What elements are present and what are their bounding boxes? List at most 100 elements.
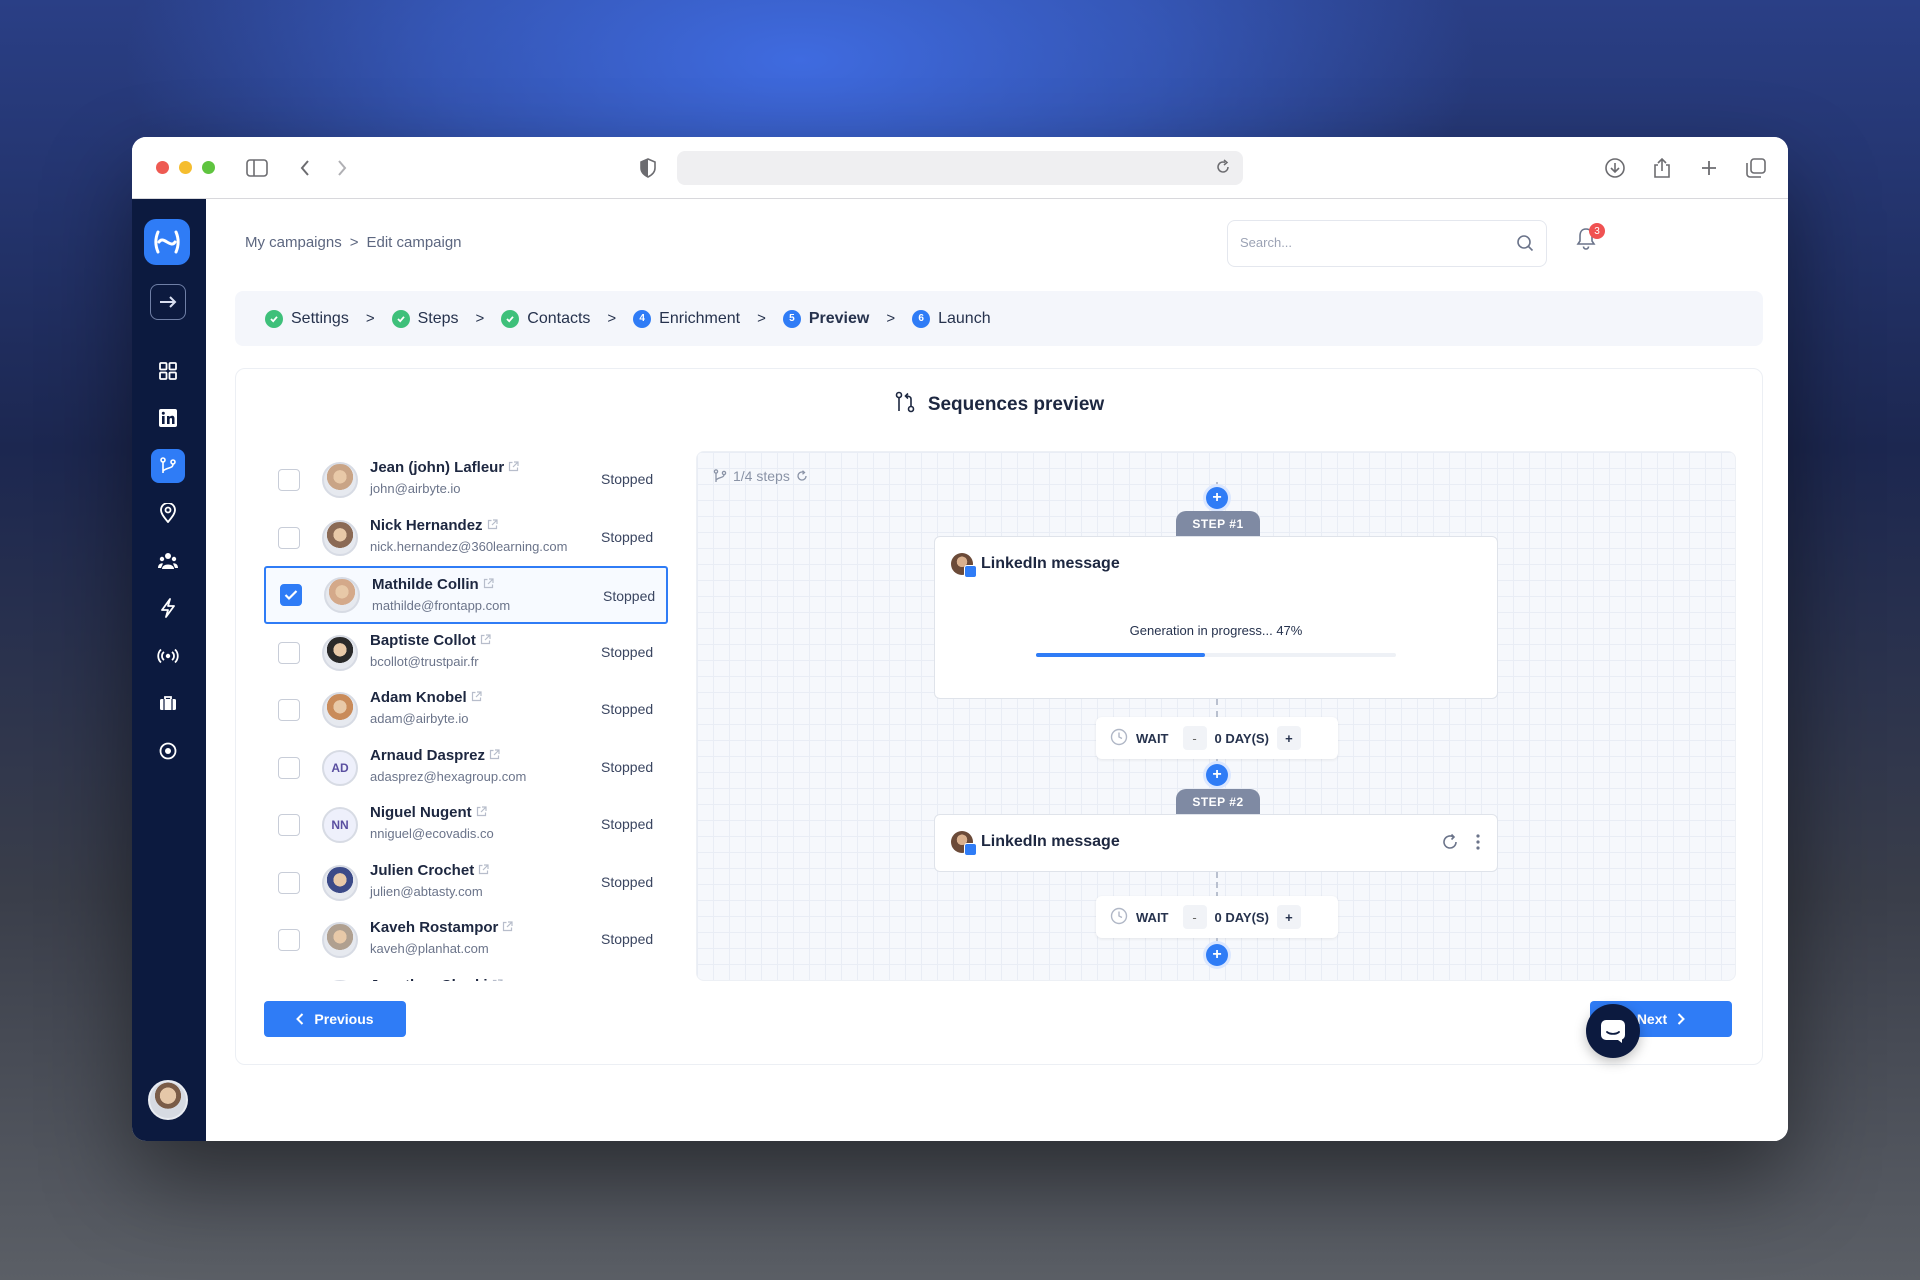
increase-days-button[interactable]: + bbox=[1276, 905, 1301, 929]
contact-name-link[interactable]: Julien Crochet bbox=[370, 862, 489, 879]
contact-email: john@airbyte.io bbox=[370, 481, 461, 496]
contact-row[interactable]: Jonathan Cherki bbox=[264, 969, 668, 981]
minimize-window-button[interactable] bbox=[179, 161, 192, 174]
external-link-icon[interactable] bbox=[502, 921, 513, 935]
sidebar-toggle-icon[interactable] bbox=[244, 155, 270, 181]
contact-row[interactable]: AD Arnaud Dasprez adasprez@hexagroup.com St… bbox=[264, 739, 668, 797]
stepper-step[interactable]: Settings bbox=[265, 309, 349, 328]
contact-avatar bbox=[322, 922, 358, 958]
contact-name: Baptiste Collot bbox=[370, 631, 476, 649]
user-avatar[interactable] bbox=[148, 1080, 188, 1120]
contact-checkbox[interactable] bbox=[278, 871, 300, 894]
contact-row[interactable]: NN Niguel Nugent nniguel@ecovadis.co Stoppe… bbox=[264, 796, 668, 854]
breadcrumb-root-link[interactable]: My campaigns bbox=[245, 234, 342, 251]
download-icon[interactable] bbox=[1602, 155, 1628, 181]
contact-name-link[interactable]: Jonathan Cherki bbox=[370, 977, 503, 981]
contact-row[interactable]: Adam Knobel adam@airbyte.io Stopped bbox=[264, 681, 668, 739]
shield-icon[interactable] bbox=[635, 155, 661, 181]
stepper-step[interactable]: Steps bbox=[391, 309, 459, 328]
nav-campaigns-icon[interactable] bbox=[151, 449, 185, 483]
nav-team-icon[interactable] bbox=[151, 544, 185, 578]
contact-name-link[interactable]: Baptiste Collot bbox=[370, 632, 491, 649]
contact-checkbox[interactable] bbox=[278, 641, 300, 664]
contact-checkbox[interactable] bbox=[278, 699, 300, 721]
search-input[interactable]: Search... bbox=[1227, 220, 1547, 267]
contact-name-link[interactable]: Jean (john) Lafleur bbox=[370, 459, 519, 476]
close-window-button[interactable] bbox=[156, 161, 169, 174]
new-tab-icon[interactable] bbox=[1696, 155, 1722, 181]
nav-broadcast-icon[interactable] bbox=[151, 639, 185, 673]
linkedin-avatar-icon bbox=[951, 831, 977, 856]
decrease-days-button[interactable]: - bbox=[1182, 905, 1207, 929]
notification-badge: 3 bbox=[1589, 223, 1605, 239]
forward-icon[interactable] bbox=[329, 155, 355, 181]
add-step-button-bottom[interactable]: + bbox=[1206, 944, 1228, 966]
external-link-icon[interactable] bbox=[487, 518, 498, 533]
app-logo[interactable] bbox=[144, 219, 190, 265]
decrease-days-button[interactable]: - bbox=[1182, 726, 1207, 750]
external-link-icon[interactable] bbox=[508, 461, 519, 475]
add-step-button-top[interactable]: + bbox=[1206, 487, 1228, 509]
contact-avatar bbox=[322, 864, 358, 901]
contact-email: julien@abtasty.com bbox=[370, 883, 483, 899]
contact-row[interactable]: Julien Crochet julien@abtasty.com Stopped bbox=[264, 854, 668, 912]
nav-linkedin-icon[interactable] bbox=[151, 401, 185, 435]
share-icon[interactable] bbox=[1649, 155, 1675, 181]
nav-location-icon[interactable] bbox=[151, 496, 185, 530]
step-2-card[interactable]: LinkedIn message bbox=[934, 814, 1498, 872]
maximize-window-button[interactable] bbox=[202, 161, 215, 174]
contact-row[interactable]: Baptiste Collot bcollot@trustpair.fr Stopp… bbox=[264, 624, 668, 682]
contact-row[interactable]: Mathilde Collin mathilde@frontapp.com Stop… bbox=[264, 566, 668, 624]
contact-status: Stopped bbox=[601, 471, 654, 487]
previous-button[interactable]: Previous bbox=[264, 1001, 406, 1037]
contact-checkbox[interactable] bbox=[280, 584, 302, 606]
more-options-icon[interactable] bbox=[1475, 833, 1481, 856]
step-1-card[interactable]: LinkedIn message Generation in progress.… bbox=[934, 536, 1498, 699]
back-icon[interactable] bbox=[292, 155, 318, 181]
external-link-icon[interactable] bbox=[483, 578, 494, 592]
external-link-icon[interactable] bbox=[492, 978, 503, 981]
stepper-step[interactable]: 5 Preview bbox=[782, 309, 869, 328]
external-link-icon[interactable] bbox=[478, 863, 489, 878]
address-bar[interactable] bbox=[677, 151, 1243, 185]
tabs-overview-icon[interactable] bbox=[1743, 155, 1769, 181]
regenerate-icon[interactable] bbox=[1441, 833, 1459, 856]
external-link-icon[interactable] bbox=[471, 691, 482, 705]
step-2-header: LinkedIn message bbox=[951, 831, 1120, 856]
expand-sidebar-button[interactable] bbox=[150, 284, 186, 320]
chat-support-button[interactable] bbox=[1586, 1004, 1640, 1058]
contact-row[interactable]: Jean (john) Lafleur john@airbyte.io Stoppe… bbox=[264, 451, 668, 509]
external-link-icon[interactable] bbox=[476, 806, 487, 820]
reload-icon[interactable] bbox=[1215, 159, 1231, 180]
stepper-separator: > bbox=[607, 310, 617, 327]
external-link-icon[interactable] bbox=[489, 748, 500, 763]
refresh-steps-icon[interactable] bbox=[796, 470, 808, 482]
nav-target-icon[interactable] bbox=[151, 734, 185, 768]
contact-checkbox[interactable] bbox=[278, 756, 300, 779]
nav-briefcase-icon[interactable] bbox=[151, 686, 185, 720]
nav-automation-icon[interactable] bbox=[151, 591, 185, 625]
search-icon[interactable] bbox=[1516, 234, 1534, 257]
external-link-icon[interactable] bbox=[480, 633, 491, 648]
contact-row[interactable]: Nick Hernandez nick.hernandez@360learning… bbox=[264, 509, 668, 567]
add-step-button-middle[interactable]: + bbox=[1206, 764, 1228, 786]
contact-name-link[interactable]: Kaveh Rostampor bbox=[370, 919, 513, 936]
contact-checkbox[interactable] bbox=[278, 814, 300, 836]
contact-name-link[interactable]: Adam Knobel bbox=[370, 689, 482, 706]
step-number-badge: 5 bbox=[782, 309, 801, 328]
contact-avatar bbox=[324, 577, 360, 613]
nav-dashboard-icon[interactable] bbox=[151, 354, 185, 388]
contact-name-link[interactable]: Mathilde Collin bbox=[372, 576, 494, 593]
stepper-step[interactable]: Contacts bbox=[501, 309, 590, 328]
contact-name-link[interactable]: Arnaud Dasprez bbox=[370, 747, 500, 764]
contact-checkbox[interactable] bbox=[278, 929, 300, 951]
contact-name-link[interactable]: Niguel Nugent bbox=[370, 804, 487, 821]
contact-row[interactable]: Kaveh Rostampor kaveh@planhat.com Stopped bbox=[264, 911, 668, 969]
contact-name-link[interactable]: Nick Hernandez bbox=[370, 517, 498, 534]
stepper-step[interactable]: 4 Enrichment bbox=[633, 309, 740, 328]
contact-checkbox[interactable] bbox=[278, 469, 300, 491]
contact-checkbox[interactable] bbox=[278, 526, 300, 549]
preview-title: Sequences preview bbox=[927, 394, 1105, 415]
increase-days-button[interactable]: + bbox=[1276, 726, 1301, 750]
stepper-step[interactable]: 6 Launch bbox=[912, 309, 991, 328]
